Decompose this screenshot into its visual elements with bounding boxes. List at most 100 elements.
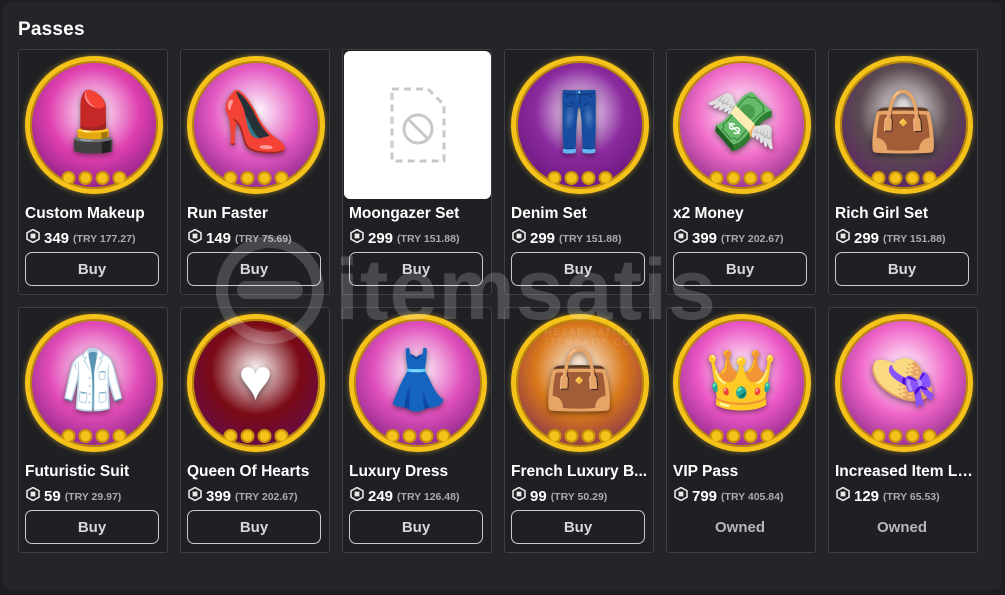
robux-amount: 349 <box>44 230 70 247</box>
thumbnail-area[interactable]: 👜 <box>830 51 977 198</box>
pass-thumbnail: 💄 <box>24 55 163 194</box>
denim-outfit-icon: 👖 <box>543 89 616 155</box>
buy-button[interactable]: Buy <box>511 510 645 544</box>
robux-amount: 299 <box>368 230 394 247</box>
pass-price: 149 (TRY 75.69) <box>188 228 292 248</box>
pass-name[interactable]: Denim Set <box>511 205 649 223</box>
vip-crown-icon: 👑 <box>705 347 778 413</box>
thumbnail-area[interactable]: 👜 <box>506 309 653 456</box>
robux-icon <box>836 486 850 506</box>
pass-card[interactable]: Moongazer Set 299 (TRY 151.88) Buy <box>342 49 492 295</box>
pass-card[interactable]: 👠 Run Faster 149 (TRY 75.69) Buy <box>180 49 330 295</box>
pass-name[interactable]: VIP Pass <box>673 463 811 481</box>
pass-card[interactable]: 👗 Luxury Dress 249 (TRY 126.48) Buy <box>342 307 492 553</box>
pass-name[interactable]: Run Faster <box>187 205 325 223</box>
try-price: (TRY 50.29) <box>550 490 608 503</box>
coins-decoration <box>547 428 612 443</box>
try-price: (TRY 151.88) <box>883 232 946 245</box>
pass-price: 299 (TRY 151.88) <box>512 228 622 248</box>
handbag-icon: 👜 <box>543 347 616 413</box>
makeup-girl-icon: 💄 <box>57 89 130 155</box>
robux-amount: 149 <box>206 230 232 247</box>
dress-icon: 👗 <box>381 347 454 413</box>
pass-price: 99 (TRY 50.29) <box>512 486 608 506</box>
thumbnail-area[interactable]: 👠 <box>182 51 329 198</box>
robux-icon <box>674 486 688 506</box>
suit-icon: 🥼 <box>57 347 130 413</box>
pass-price: 299 (TRY 151.88) <box>836 228 946 248</box>
unavailable-image-icon <box>390 87 445 162</box>
buy-button[interactable]: Buy <box>187 252 321 286</box>
buy-button[interactable]: Buy <box>835 252 969 286</box>
pass-card[interactable]: 👑 VIP Pass 799 (TRY 405.84) Owned <box>666 307 816 553</box>
robux-icon <box>26 486 40 506</box>
pass-thumbnail: ♥ <box>186 313 325 452</box>
pass-thumbnail: 👑 <box>672 313 811 452</box>
pass-card[interactable]: 👒 Increased Item Li... 129 (TRY 65.53) O… <box>828 307 978 553</box>
thumbnail-area[interactable] <box>344 50 491 199</box>
thumbnail-area[interactable]: 🥼 <box>20 309 167 456</box>
robux-amount: 59 <box>44 488 61 505</box>
thumbnail-area[interactable]: 💄 <box>20 51 167 198</box>
buy-button[interactable]: Buy <box>25 510 159 544</box>
thumbnail-area[interactable]: 💸 <box>668 51 815 198</box>
robux-icon <box>26 228 40 248</box>
pass-price: 59 (TRY 29.97) <box>26 486 122 506</box>
robux-icon <box>350 228 364 248</box>
pass-name[interactable]: Custom Makeup <box>25 205 163 223</box>
buy-button[interactable]: Buy <box>349 252 483 286</box>
pass-thumbnail: 👜 <box>510 313 649 452</box>
pass-thumbnail: 👗 <box>348 313 487 452</box>
coins-decoration <box>61 170 126 185</box>
coins-decoration <box>61 428 126 443</box>
hat-shirt-icon: 👒 <box>867 347 940 413</box>
pass-card[interactable]: 💸 x2 Money 399 (TRY 202.67) Buy <box>666 49 816 295</box>
robux-amount: 399 <box>206 488 232 505</box>
buy-button[interactable]: Buy <box>511 252 645 286</box>
pass-card[interactable]: 💄 Custom Makeup 349 (TRY 177.27) Buy <box>18 49 168 295</box>
try-price: (TRY 151.88) <box>559 232 622 245</box>
buy-button[interactable]: Buy <box>349 510 483 544</box>
pass-name[interactable]: Futuristic Suit <box>25 463 163 481</box>
pass-name[interactable]: Rich Girl Set <box>835 205 973 223</box>
high-heel-icon: 👠 <box>219 89 292 155</box>
robux-amount: 249 <box>368 488 394 505</box>
thumbnail-area[interactable]: 👖 <box>506 51 653 198</box>
coins-decoration <box>709 170 774 185</box>
buy-button[interactable]: Buy <box>25 252 159 286</box>
pass-name[interactable]: Moongazer Set <box>349 205 487 223</box>
thumbnail-area[interactable]: ♥ <box>182 309 329 456</box>
buy-button[interactable]: Buy <box>673 252 807 286</box>
coins-decoration <box>223 170 288 185</box>
pass-card[interactable]: 👖 Denim Set 299 (TRY 151.88) Buy <box>504 49 654 295</box>
buy-button[interactable]: Buy <box>187 510 321 544</box>
pass-name[interactable]: Queen Of Hearts <box>187 463 325 481</box>
pass-name[interactable]: x2 Money <box>673 205 811 223</box>
robux-icon <box>512 486 526 506</box>
coins-decoration <box>547 170 612 185</box>
passes-grid: 💄 Custom Makeup 349 (TRY 177.27) Buy 👠 R… <box>18 49 978 553</box>
try-price: (TRY 29.97) <box>64 490 122 503</box>
robux-amount: 99 <box>530 488 547 505</box>
pass-name[interactable]: Luxury Dress <box>349 463 487 481</box>
thumbnail-area[interactable]: 👑 <box>668 309 815 456</box>
try-price: (TRY 202.67) <box>235 490 298 503</box>
pass-name[interactable]: Increased Item Li... <box>835 463 973 481</box>
pass-card[interactable]: 👜 Rich Girl Set 299 (TRY 151.88) Buy <box>828 49 978 295</box>
pass-price: 799 (TRY 405.84) <box>674 486 783 506</box>
thumbnail-area[interactable]: 👗 <box>344 309 491 456</box>
pass-card[interactable]: 👜 French Luxury B... 99 (TRY 50.29) Buy <box>504 307 654 553</box>
pass-name[interactable]: French Luxury B... <box>511 463 649 481</box>
owned-label: Owned <box>714 518 765 536</box>
pass-price: 399 (TRY 202.67) <box>188 486 298 506</box>
thumbnail-area[interactable]: 👒 <box>830 309 977 456</box>
section-title: Passes <box>18 19 85 40</box>
try-price: (TRY 65.53) <box>883 490 940 503</box>
robux-icon <box>836 228 850 248</box>
pass-card[interactable]: 🥼 Futuristic Suit 59 (TRY 29.97) Buy <box>18 307 168 553</box>
try-price: (TRY 202.67) <box>721 232 784 245</box>
try-price: (TRY 151.88) <box>397 232 460 245</box>
pass-price: 299 (TRY 151.88) <box>350 228 460 248</box>
pass-card[interactable]: ♥ Queen Of Hearts 399 (TRY 202.67) Buy <box>180 307 330 553</box>
pass-price: 399 (TRY 202.67) <box>674 228 784 248</box>
